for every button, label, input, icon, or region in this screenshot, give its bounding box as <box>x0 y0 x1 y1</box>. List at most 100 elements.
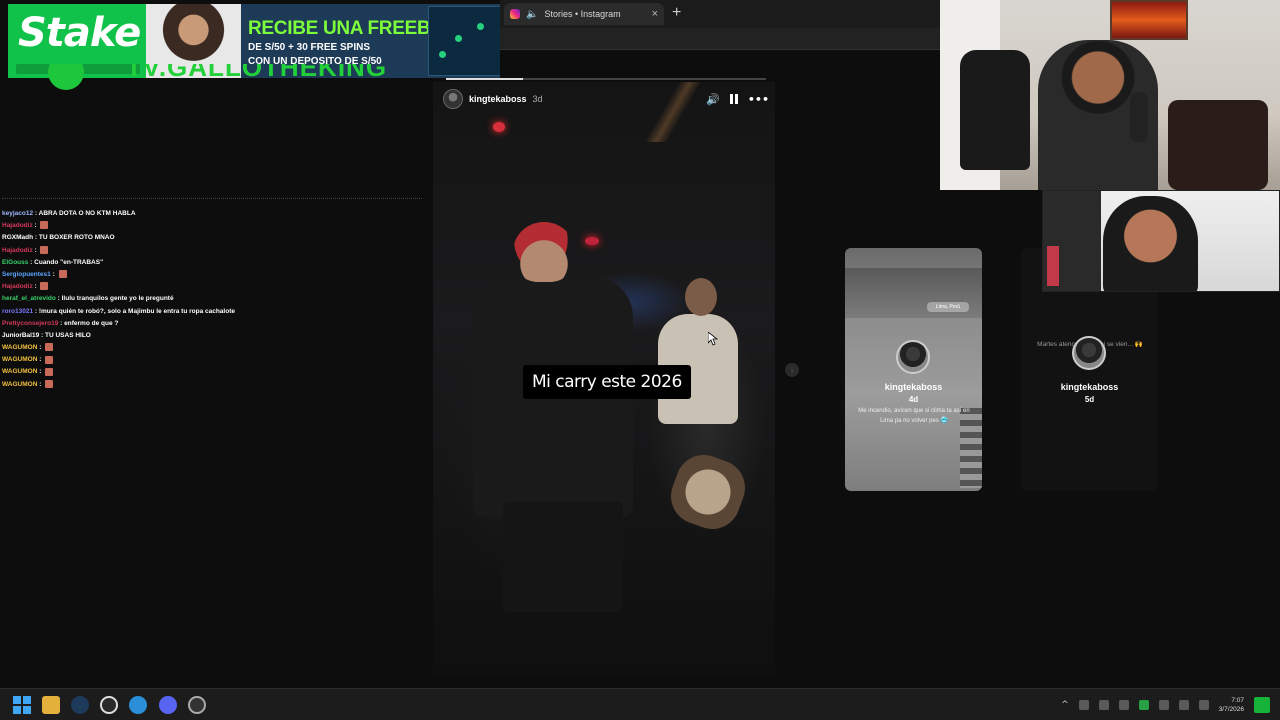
close-tab-icon[interactable]: × <box>652 8 658 20</box>
clock[interactable]: 7:07 3/7/2026 <box>1219 696 1244 714</box>
chat-message: Sergiopuentes1 : <box>2 269 422 281</box>
chair-stripe <box>1047 246 1059 286</box>
chat-message: roro13021 : !mura quién te robó?, solo a… <box>2 306 422 318</box>
file-explorer-icon[interactable] <box>42 696 60 714</box>
clock-time: 7:07 <box>1231 697 1244 704</box>
speaker-icon[interactable]: 🔈 <box>526 9 538 20</box>
dancer-head <box>513 222 575 282</box>
chat-username[interactable]: Hajadodiz <box>2 283 33 290</box>
chat-message: WAGUMON : <box>2 354 422 366</box>
gem-icon <box>477 23 484 30</box>
volume-icon[interactable]: 🔊 <box>706 93 720 106</box>
story-age: 3d <box>532 94 543 104</box>
emote-icon <box>40 221 49 230</box>
stream-screen: 🔈 Stories • Instagram × + Stake RECIBE U… <box>0 0 1280 720</box>
chat-username[interactable]: Sergiopuentes1 <box>2 271 51 278</box>
chat-message: RGXMadh : TU BOXER ROTO MNAO <box>2 232 422 244</box>
chat-message: ElGouss : Cuando "en-TRABAS" <box>2 257 422 269</box>
network-icon[interactable] <box>1178 700 1189 710</box>
microphone <box>1130 92 1148 142</box>
bag <box>663 447 753 537</box>
story-preview-card[interactable]: Lima, Perú kingtekaboss 4d Me incendio, … <box>845 248 982 491</box>
story-username[interactable]: kingtekaboss <box>469 94 527 104</box>
chat-username[interactable]: WAGUMON <box>2 356 37 363</box>
story-controls: 🔊 ••• <box>706 93 769 106</box>
chat-separator: : <box>50 270 57 278</box>
chat-message: Hajadodiz : <box>2 220 422 232</box>
next-story-arrow-icon[interactable]: › <box>785 363 799 377</box>
gem-icon <box>455 35 462 42</box>
tab-title: Stories • Instagram <box>544 9 621 19</box>
notification-icon[interactable] <box>1254 697 1270 713</box>
browser-toolbar <box>500 28 940 50</box>
fireplace-painting <box>1110 0 1188 40</box>
emote-icon <box>40 282 49 291</box>
chat-message: WAGUMON : <box>2 379 422 391</box>
discord-icon[interactable] <box>159 696 177 714</box>
tray-app-icon[interactable] <box>1098 700 1109 710</box>
chat-username[interactable]: roro13021 <box>2 308 33 315</box>
chat-separator: : <box>37 356 44 364</box>
app-icon[interactable] <box>100 696 118 714</box>
chat-username[interactable]: JuniorBal19 <box>2 332 39 339</box>
new-tab-button[interactable]: + <box>672 4 681 22</box>
banner-headline: RECIBE UNA FREEBET <box>248 18 455 39</box>
tray-app-icon[interactable] <box>1078 700 1089 710</box>
obs-icon[interactable] <box>188 696 206 714</box>
guest-webcam <box>1042 190 1280 292</box>
chat-separator: : <box>32 222 39 230</box>
chat-separator: : <box>37 368 44 376</box>
emote-icon <box>40 245 49 254</box>
overlay-title-text: TV.GALLOTHEKING <box>126 64 388 82</box>
chat-username[interactable]: heraf_el_atrevido <box>2 295 56 302</box>
chat-message: WAGUMON : <box>2 342 422 354</box>
chat-text: ABRA DOTA O NO KTM HABLA <box>38 210 136 217</box>
banner-line2: DE S/50 + 30 FREE SPINS <box>248 42 370 53</box>
chat-message: Hajadodiz : <box>2 245 422 257</box>
gaming-chair <box>1168 100 1268 190</box>
chat-username[interactable]: WAGUMON <box>2 381 37 388</box>
chat-text: TU USAS HILO <box>45 331 91 339</box>
chevron-up-icon[interactable]: ^ <box>1061 700 1069 710</box>
chat-username[interactable]: Hajadodiz <box>2 222 33 229</box>
chat-text: TU BOXER ROTO MNAO <box>38 234 115 242</box>
chat-username[interactable]: Prettyconsejero19 <box>2 320 58 327</box>
volume-icon[interactable] <box>1198 700 1209 710</box>
preview-text: Me incendio, avícen que si clima ta así … <box>858 408 970 424</box>
tray-app-icon[interactable] <box>1138 700 1149 710</box>
chat-message-list: keyjaco12 : ABRA DOTA O NO KTM HABLA Haja… <box>2 208 422 391</box>
preview-age: 5d <box>1084 395 1095 404</box>
edge-icon[interactable] <box>129 696 147 714</box>
preview-username: kingtekaboss <box>1060 382 1119 392</box>
emote-icon <box>45 367 54 376</box>
chat-username[interactable]: WAGUMON <box>2 368 37 375</box>
chat-username[interactable]: ElGouss <box>2 259 28 266</box>
preview-avatar <box>896 340 930 374</box>
chat-text: !mura quién te robó?, solo a Majimbu le … <box>38 307 235 315</box>
chat-username[interactable]: WAGUMON <box>2 344 37 351</box>
pause-icon[interactable] <box>729 94 738 104</box>
chat-message: JuniorBal19 : TU USAS HILO <box>2 330 422 342</box>
red-light <box>585 237 599 245</box>
overlay-logo-icon <box>48 64 84 90</box>
steam-icon[interactable] <box>71 696 89 714</box>
browser-tab-instagram[interactable]: 🔈 Stories • Instagram × <box>504 3 664 25</box>
windows-start-icon[interactable] <box>13 696 31 714</box>
chat-message: keyjaco12 : ABRA DOTA O NO KTM HABLA <box>2 208 422 220</box>
streamer-webcam <box>940 0 1280 190</box>
chat-username[interactable]: Hajadodiz <box>2 247 33 254</box>
emote-icon <box>45 355 54 364</box>
emote-icon <box>45 379 54 388</box>
chat-divider <box>2 198 422 204</box>
chat-username[interactable]: RGXMadh <box>2 234 33 241</box>
microphone-icon[interactable] <box>1158 700 1169 710</box>
more-options-icon[interactable]: ••• <box>748 93 769 106</box>
stream-chat: keyjaco12 : ABRA DOTA O NO KTM HABLA Haja… <box>2 198 422 391</box>
tray-app-icon[interactable] <box>1118 700 1129 710</box>
stream-overlay-title: TV.GALLOTHEKING <box>40 64 470 90</box>
chat-separator: : <box>37 344 44 352</box>
chat-username[interactable]: keyjaco12 <box>2 210 33 217</box>
chat-text: llulu tranquilos gente yo le pregunté <box>61 295 174 303</box>
emote-icon <box>58 270 67 279</box>
story-avatar[interactable] <box>443 89 463 109</box>
